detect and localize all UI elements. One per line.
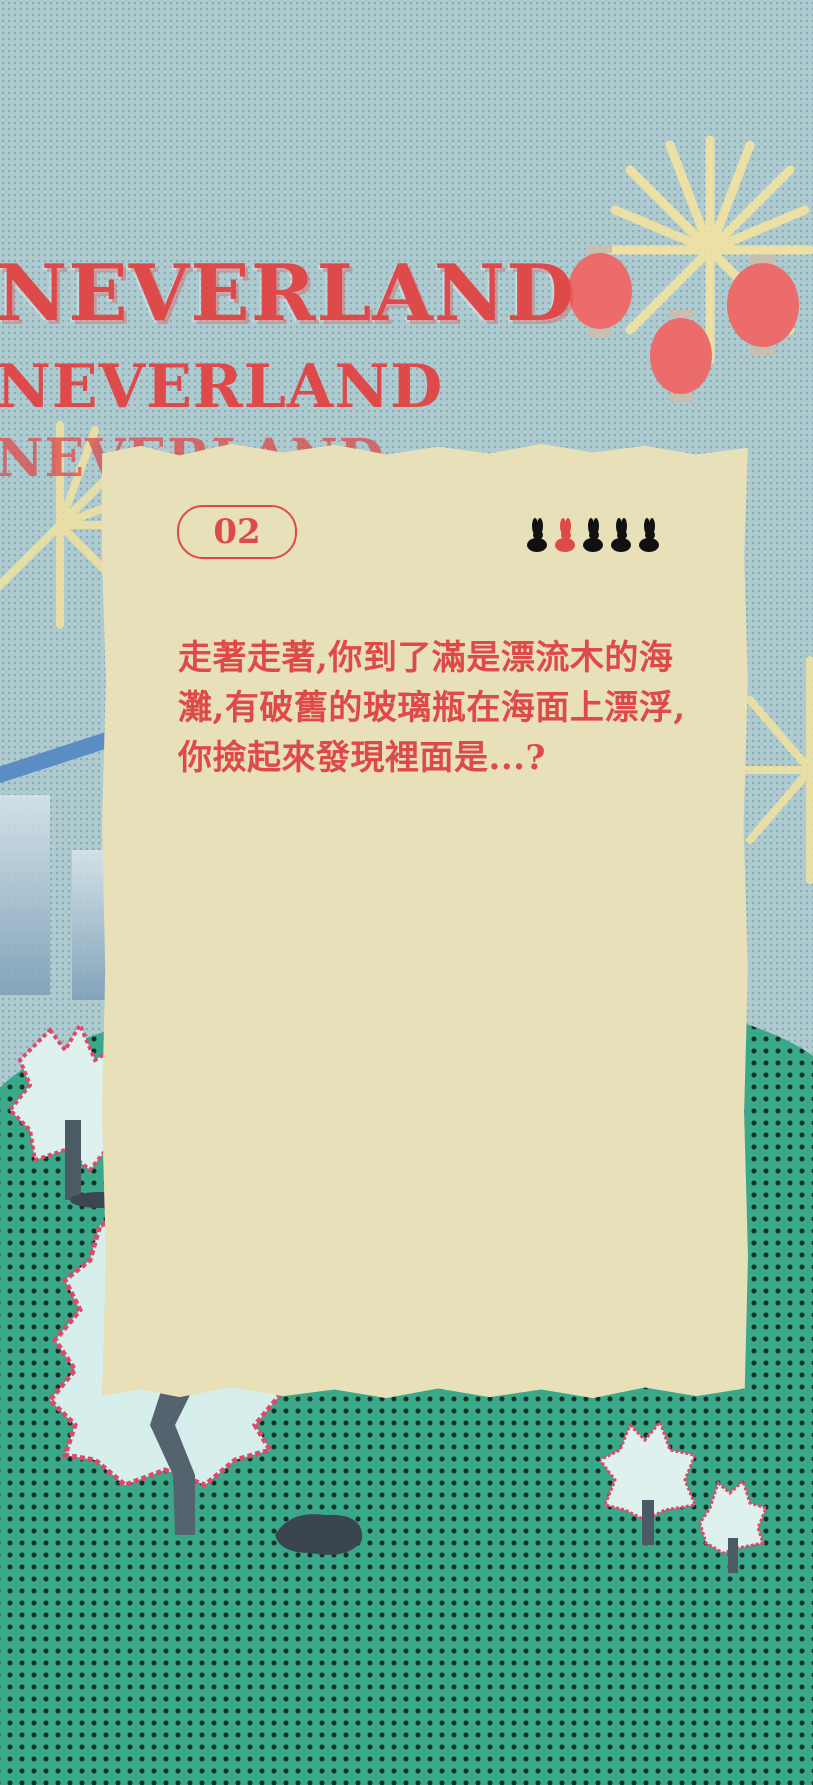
shadow-blob [275, 1514, 363, 1555]
card-number-badge: 02 [177, 505, 297, 559]
neverland-title-medium: NEVERLAND [0, 352, 444, 422]
tree-tiny-bottom-right [698, 1478, 768, 1573]
lantern-right [727, 255, 799, 355]
tree-small-bottom-right [600, 1420, 698, 1545]
rabbit-progress-indicator [525, 518, 661, 552]
rabbit-icon [583, 518, 603, 552]
rabbit-icon [611, 518, 631, 552]
rabbit-icon-highlighted [555, 518, 575, 552]
story-text: 走著走著,你到了滿是漂流木的海灘,有破舊的玻璃瓶在海面上漂浮,你撿起來發現裡面是… [178, 638, 686, 778]
story-card [102, 443, 748, 1399]
firework-right-middle [740, 656, 813, 884]
rabbit-icon [527, 518, 547, 552]
rabbit-icon [639, 518, 659, 552]
lantern-middle [650, 310, 712, 402]
building-left [0, 795, 50, 995]
neverland-title-large: NEVERLAND [0, 248, 575, 339]
lantern-left [568, 245, 632, 337]
